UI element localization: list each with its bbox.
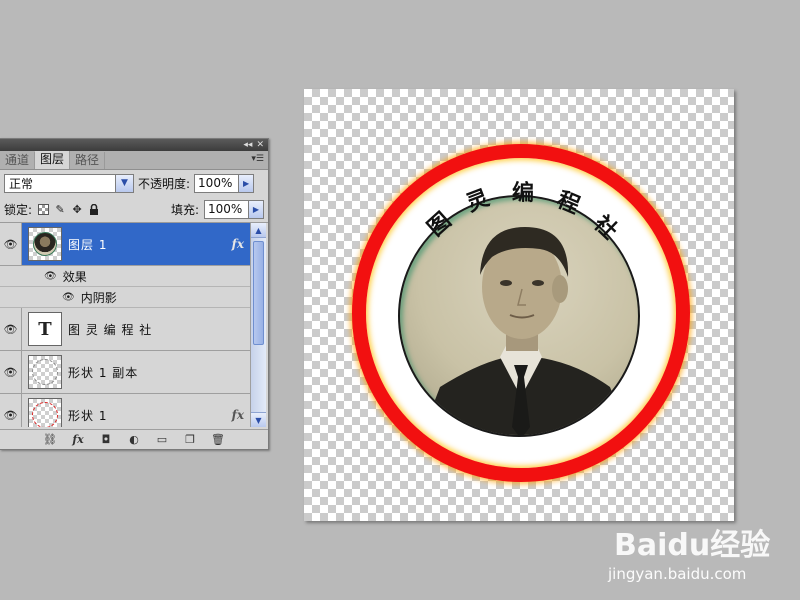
lock-label: 锁定: [4, 202, 33, 217]
scroll-down-icon[interactable]: ▼ [251, 412, 266, 427]
group-icon[interactable]: ▭ [155, 433, 169, 446]
eye-icon[interactable]: 👁 [0, 223, 22, 265]
panel-menu-icon[interactable]: ▾☰ [251, 154, 264, 164]
chevron-right-icon[interactable]: ▶ [248, 200, 263, 218]
lock-row: 锁定: ✎ ✥ 填充: 100% ▶ [0, 196, 268, 223]
document-canvas[interactable]: 图灵编程社 [304, 89, 734, 521]
lock-all-icon[interactable] [88, 203, 100, 215]
eye-icon[interactable]: 👁 [0, 394, 22, 427]
effects-row[interactable]: 👁 效果 [0, 266, 250, 287]
layer-row-shape1[interactable]: 👁 形状 1 fx [0, 394, 250, 427]
layer-thumbnail [28, 398, 62, 427]
baidu-watermark: Baidu经验 jingyan.baidu.com [604, 510, 784, 590]
layer-thumbnail [28, 227, 62, 261]
link-layers-icon[interactable]: ⛓ [43, 433, 57, 446]
blend-mode-value: 正常 [9, 176, 34, 191]
opacity-value[interactable]: 100% [198, 176, 232, 190]
blend-mode-select[interactable]: 正常 ▼ [4, 173, 134, 193]
inner-shadow-row[interactable]: 👁 内阴影 [0, 287, 250, 308]
tab-layers[interactable]: 图层 [35, 151, 71, 169]
lock-move-icon[interactable]: ✥ [71, 203, 83, 216]
opacity-label: 不透明度: [138, 176, 191, 191]
blend-row: 正常 ▼ 不透明度: 100% ▶ [0, 170, 268, 196]
arc-text-char: 编 [511, 179, 535, 207]
scroll-up-icon[interactable]: ▲ [251, 223, 266, 238]
layer-row-text[interactable]: 👁 T 图 灵 编 程 社 [0, 308, 250, 351]
fx-icon[interactable]: fx [232, 237, 244, 251]
tab-channels[interactable]: 通道 [0, 152, 36, 169]
add-style-icon[interactable]: fx [71, 433, 85, 446]
close-panel-icon[interactable]: ✕ [256, 139, 264, 151]
eye-icon[interactable]: 👁 [62, 292, 75, 303]
eye-icon[interactable]: 👁 [44, 271, 57, 282]
tab-paths[interactable]: 路径 [70, 152, 106, 169]
layer-name: 图 灵 编 程 社 [68, 322, 153, 337]
watermark-logo: Baidu经验 [614, 528, 771, 563]
layer-row-shape1-copy[interactable]: 👁 形状 1 副本 [0, 351, 250, 394]
fill-field[interactable]: 100% ▶ [204, 199, 264, 219]
lock-transparency-icon[interactable] [37, 203, 49, 215]
chevron-down-icon[interactable]: ▼ [115, 174, 133, 192]
eye-icon[interactable]: 👁 [0, 308, 22, 350]
layer-list: 👁 图层 1 fx 👁 效果 👁 内阴影 👁 T 图 灵 编 程 社 👁 形状 … [0, 223, 250, 427]
eye-icon[interactable]: 👁 [0, 351, 22, 393]
panel-tabs: 通道 图层 路径 ▾☰ [0, 151, 268, 170]
fill-label: 填充: [170, 202, 199, 217]
layer-thumbnail [28, 355, 62, 389]
layer-name: 形状 1 副本 [68, 365, 139, 380]
collapse-icon[interactable]: ◂◂ [243, 139, 252, 151]
chevron-right-icon[interactable]: ▶ [238, 174, 254, 192]
layers-scrollbar[interactable]: ▲ ▼ [250, 223, 266, 427]
adjustment-icon[interactable]: ◐ [127, 433, 141, 446]
scrollbar-thumb[interactable] [253, 241, 264, 345]
layer-name: 形状 1 [68, 408, 108, 423]
panel-bottom-bar: ⛓ fx ◘ ◐ ▭ ❐ 🗑 [0, 429, 268, 449]
watermark-url: jingyan.baidu.com [608, 565, 747, 583]
effects-label: 效果 [62, 269, 87, 284]
inner-shadow-label: 内阴影 [80, 290, 117, 305]
layers-panel: ◂◂ ✕ 通道 图层 路径 ▾☰ 正常 ▼ 不透明度: 100% ▶ 锁定: ✎… [0, 138, 269, 450]
fx-icon[interactable]: fx [232, 408, 244, 422]
fill-value[interactable]: 100% [208, 202, 242, 216]
new-layer-icon[interactable]: ❐ [183, 433, 197, 446]
trash-icon[interactable]: 🗑 [211, 433, 225, 446]
opacity-field[interactable]: 100% ▶ [194, 173, 255, 193]
lock-brush-icon[interactable]: ✎ [54, 203, 66, 216]
layer-name: 图层 1 [68, 237, 108, 252]
mask-icon[interactable]: ◘ [99, 433, 113, 446]
layer-row-layer1[interactable]: 👁 图层 1 fx [0, 223, 250, 266]
panel-title-bar[interactable]: ◂◂ ✕ [0, 139, 268, 151]
text-layer-thumbnail: T [28, 312, 62, 346]
